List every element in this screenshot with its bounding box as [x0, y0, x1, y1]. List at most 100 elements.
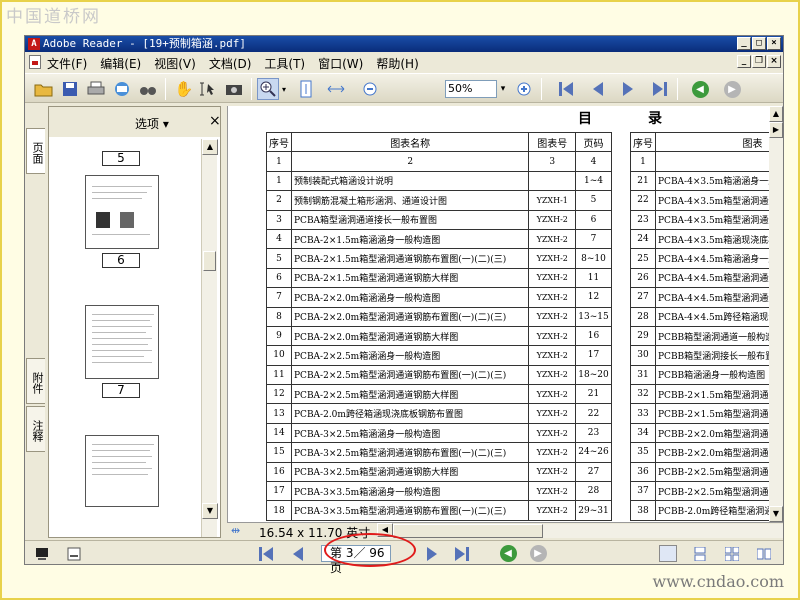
toc-cell: 7	[575, 228, 612, 250]
screen-mode-icon[interactable]	[33, 545, 51, 562]
menu-window[interactable]: 窗口(W)	[318, 55, 363, 72]
toc-row: 36 PCBB-2×2.5m箱型涵洞通道钢筋	[630, 461, 783, 483]
page-thumbnail[interactable]	[85, 305, 159, 379]
facing-continuous-layout-icon[interactable]	[723, 545, 741, 562]
zoom-out-icon[interactable]	[359, 78, 381, 100]
adobe-reader-icon: A	[28, 38, 40, 50]
pdf-page: 目 录 序号 图表名称 图表号 页码 1 2 3 4 1 预制装配式箱涵设计说明 1~4 2 预制钢筋混…	[248, 106, 783, 536]
go-back-icon[interactable]: ◀	[689, 78, 711, 100]
facing-layout-icon[interactable]	[755, 545, 773, 562]
toc-cell: YZXH-2	[528, 248, 577, 269]
toc-cell: PCBB箱涵涵身一般构造图	[655, 364, 783, 386]
toc-row: 1	[630, 151, 783, 172]
toc-cell: 28	[630, 306, 656, 327]
panel-close-icon[interactable]: ×	[209, 113, 221, 129]
open-folder-icon[interactable]	[33, 78, 55, 100]
go-forward-icon[interactable]: ▶	[721, 78, 743, 100]
toolbar: ✋ ▾ 50% ▾ ◀ ▶	[25, 73, 783, 103]
menu-view[interactable]: 视图(V)	[154, 55, 196, 72]
toc-cell: 图表号	[528, 131, 577, 153]
toc-cell	[655, 151, 783, 172]
continuous-layout-icon[interactable]	[691, 545, 709, 562]
toc-cell: 9	[266, 325, 292, 347]
document-vertical-scrollbar[interactable]: ▲ ▶ ▼	[769, 106, 783, 538]
thumbnail-page-label: 7	[102, 383, 140, 398]
fit-width-icon[interactable]	[325, 78, 347, 100]
email-icon[interactable]	[111, 78, 133, 100]
toc-cell: 12	[575, 287, 612, 308]
zoom-level-input[interactable]: 50%	[445, 80, 497, 98]
status-first-page-icon[interactable]	[257, 545, 275, 562]
doc-scroll-down-icon[interactable]: ▼	[769, 506, 783, 522]
page-thumbnail-panel: 选项 ▾ × 5 6 7 ▲ ▼	[48, 106, 221, 538]
toc-title-left: 目	[578, 111, 592, 127]
toc-cell: 24~26	[575, 442, 612, 463]
tab-attachments[interactable]: 附件	[26, 358, 45, 404]
select-text-icon[interactable]	[197, 78, 219, 100]
scroll-down-icon[interactable]: ▼	[202, 503, 218, 519]
hand-tool-icon[interactable]: ✋	[173, 78, 195, 100]
document-horizontal-scrollbar[interactable]: ◀	[377, 523, 783, 538]
menu-document[interactable]: 文档(D)	[209, 55, 252, 72]
toc-cell: YZXH-2	[528, 481, 577, 502]
doc-minimize-button[interactable]: _	[737, 55, 751, 68]
hscroll-thumb[interactable]	[393, 524, 543, 538]
first-page-icon[interactable]	[555, 78, 577, 100]
toc-row: 8 PCBA-2×2.0m箱型涵洞通道钢筋布置图(一)(二)(三) YZXH-2 13…	[266, 306, 612, 327]
status-go-forward-icon[interactable]: ▶	[529, 545, 547, 562]
doc-scroll-up-icon[interactable]: ▲	[769, 106, 783, 122]
status-last-page-icon[interactable]	[453, 545, 471, 562]
zoom-tool-dropdown-icon[interactable]: ▾	[279, 78, 289, 100]
toc-cell: PCBA箱型涵洞通道接长一般布置图	[290, 209, 530, 230]
next-page-icon[interactable]	[617, 78, 639, 100]
menu-file[interactable]: 文件(F)	[47, 55, 87, 72]
document-view[interactable]: 目 录 序号 图表名称 图表号 页码 1 2 3 4 1 预制装配式箱涵设计说明 1~4 2 预制钢筋混…	[227, 106, 783, 538]
minimize-button[interactable]: _	[737, 37, 751, 50]
menu-bar: 文件(F) 编辑(E) 视图(V) 文档(D) 工具(T) 窗口(W) 帮助(H…	[25, 53, 783, 71]
toc-row: 14 PCBA-3×2.5m箱涵涵身一般构造图 YZXH-2 23	[266, 422, 612, 444]
toc-cell: PCBA-2.0m跨径箱涵现浇底板钢筋布置图	[290, 403, 530, 424]
pdf-document-icon[interactable]	[29, 55, 41, 69]
tab-pages[interactable]: 页面	[26, 128, 45, 174]
maximize-button[interactable]: □	[752, 37, 766, 50]
toc-cell: 序号	[266, 131, 292, 153]
zoom-in-icon[interactable]	[513, 78, 535, 100]
binoculars-search-icon[interactable]	[137, 78, 159, 100]
minimize-panel-icon[interactable]	[65, 545, 83, 562]
panel-scrollbar[interactable]: ▲ ▼	[201, 139, 218, 537]
tab-comments[interactable]: 注释	[26, 406, 45, 452]
menu-help[interactable]: 帮助(H)	[376, 55, 418, 72]
actual-size-icon[interactable]	[295, 78, 317, 100]
scroll-thumb[interactable]	[203, 251, 216, 271]
status-go-back-icon[interactable]: ◀	[499, 545, 517, 562]
toc-cell: YZXH-2	[528, 325, 577, 347]
menu-tools[interactable]: 工具(T)	[264, 55, 305, 72]
snapshot-camera-icon[interactable]	[223, 78, 245, 100]
doc-restore-button[interactable]: ❐	[752, 55, 766, 68]
options-menu[interactable]: 选项 ▾	[135, 115, 169, 132]
page-thumbnail[interactable]	[85, 175, 159, 249]
status-next-page-icon[interactable]	[423, 545, 441, 562]
print-icon[interactable]	[85, 78, 107, 100]
menu-edit[interactable]: 编辑(E)	[100, 55, 141, 72]
toc-cell: 10	[266, 345, 292, 366]
toc-cell: PCBA-4×3.5m箱型涵洞通道钢筋	[655, 209, 783, 230]
close-button[interactable]: ×	[767, 37, 781, 50]
doc-scroll-right-arrow-icon[interactable]: ▶	[769, 122, 783, 138]
toc-row: 11 PCBA-2×2.5m箱型涵洞通道钢筋布置图(一)(二)(三) YZXH-2 1…	[266, 364, 612, 386]
split-handle-icon[interactable]: ⇹	[231, 524, 240, 537]
last-page-icon[interactable]	[649, 78, 671, 100]
zoom-dropdown-icon[interactable]: ▾	[497, 80, 509, 98]
save-disk-icon[interactable]	[59, 78, 81, 100]
toc-cell: 1~4	[575, 170, 612, 192]
scroll-up-icon[interactable]: ▲	[202, 139, 218, 155]
page-thumbnail[interactable]	[85, 435, 159, 507]
toc-row: 序号 图表名称 图表号 页码	[266, 131, 612, 153]
doc-close-button[interactable]: ×	[767, 55, 781, 68]
toc-row: 1 预制装配式箱涵设计说明 1~4	[266, 170, 612, 192]
toc-cell: 21	[575, 384, 612, 405]
status-previous-page-icon[interactable]	[289, 545, 307, 562]
zoom-in-tool-icon[interactable]	[257, 78, 279, 100]
previous-page-icon[interactable]	[587, 78, 609, 100]
single-page-layout-icon[interactable]	[659, 545, 677, 562]
